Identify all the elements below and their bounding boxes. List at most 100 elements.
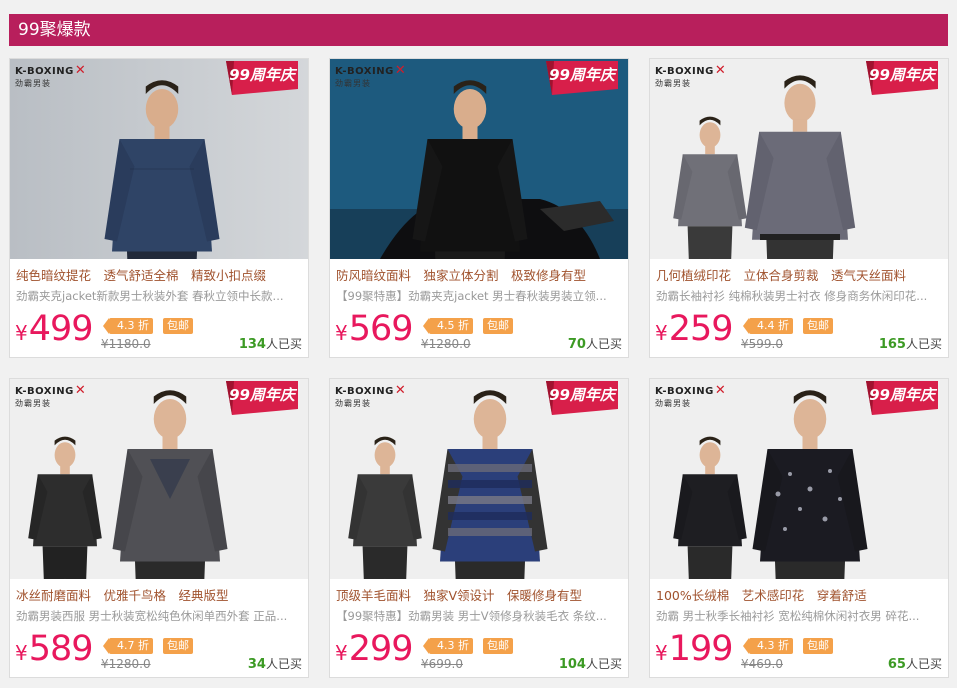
price-value: 499 xyxy=(28,309,94,349)
yen-symbol: ¥ xyxy=(15,321,28,345)
yen-symbol: ¥ xyxy=(15,641,28,665)
product-card[interactable]: K-BOXING✕ 劲霸男装 99周年庆 100%长绒棉 艺术感印花 穿着舒适 … xyxy=(649,378,949,678)
product-features[interactable]: 几何植绒印花 立体合身剪裁 透气天丝面料 xyxy=(656,265,944,284)
product-photo[interactable]: K-BOXING✕ 劲霸男装 99周年庆 xyxy=(10,379,308,579)
sold-number: 34 xyxy=(247,657,266,672)
product-price: ¥259 xyxy=(655,309,734,353)
product-description[interactable]: 劲霸 男士秋季长袖衬衫 宽松纯棉休闲衬衣男 碎花... xyxy=(656,608,944,624)
sold-suffix: 人已买 xyxy=(585,657,622,671)
free-shipping-tag: 包邮 xyxy=(803,318,833,334)
price-value: 199 xyxy=(668,629,734,669)
sold-count: 70人已买 xyxy=(568,335,622,352)
product-features[interactable]: 防风暗纹面料 独家立体分割 极致修身有型 xyxy=(336,265,624,284)
price-value: 259 xyxy=(668,309,734,349)
brand-x-icon: ✕ xyxy=(394,63,407,78)
anniversary-badge: 99周年庆 xyxy=(866,61,938,96)
sold-number: 70 xyxy=(567,337,586,352)
brand-x-icon: ✕ xyxy=(74,63,87,78)
product-photo[interactable]: K-BOXING✕ 劲霸男装 99周年庆 xyxy=(650,59,948,259)
section-title: 99聚爆款 xyxy=(9,14,948,46)
anniversary-badge: 99周年庆 xyxy=(226,381,298,416)
product-price: ¥299 xyxy=(335,629,414,673)
product-card[interactable]: K-BOXING✕ 劲霸男装 99周年庆 冰丝耐磨面料 优雅千鸟格 经典版型 劲… xyxy=(9,378,309,678)
product-card[interactable]: K-BOXING✕ 劲霸男装 99周年庆 几何植绒印花 立体合身剪裁 透气天丝面… xyxy=(649,58,949,358)
brand-subtitle: 劲霸男装 xyxy=(335,79,371,88)
anniversary-badge: 99周年庆 xyxy=(546,61,618,96)
product-description[interactable]: 劲霸夹克jacket新款男士秋装外套 春秋立领中长款... xyxy=(16,288,304,304)
discount-tag: 4.3 折 xyxy=(423,638,473,654)
product-card[interactable]: K-BOXING✕ 劲霸男装 99周年庆 纯色暗纹提花 透气舒适全棉 精致小扣点… xyxy=(9,58,309,358)
product-price: ¥199 xyxy=(655,629,734,673)
sold-suffix: 人已买 xyxy=(905,657,942,671)
brand-name: K-BOXING xyxy=(15,66,74,77)
sold-number: 104 xyxy=(558,657,586,672)
product-features[interactable]: 100%长绒棉 艺术感印花 穿着舒适 xyxy=(656,585,944,604)
badge-text: 99周年庆 xyxy=(869,386,935,404)
brand-name: K-BOXING xyxy=(655,386,714,397)
brand-subtitle: 劲霸男装 xyxy=(15,399,51,408)
product-card[interactable]: K-BOXING✕ 劲霸男装 99周年庆 顶级羊毛面料 独家V领设计 保暖修身有… xyxy=(329,378,629,678)
product-features[interactable]: 纯色暗纹提花 透气舒适全棉 精致小扣点缀 xyxy=(16,265,304,284)
anniversary-badge: 99周年庆 xyxy=(226,61,298,96)
sold-count: 65人已买 xyxy=(888,655,942,672)
badge-text: 99周年庆 xyxy=(229,66,295,84)
price-value: 569 xyxy=(348,309,414,349)
original-price: ¥1280.0 xyxy=(421,337,471,351)
price-value: 589 xyxy=(28,629,94,669)
brand-name: K-BOXING xyxy=(335,386,394,397)
price-value: 299 xyxy=(348,629,414,669)
sold-number: 134 xyxy=(238,337,266,352)
product-photo[interactable]: K-BOXING✕ 劲霸男装 99周年庆 xyxy=(650,379,948,579)
product-price: ¥589 xyxy=(15,629,94,673)
brand-x-icon: ✕ xyxy=(74,383,87,398)
brand-logo: K-BOXING✕ 劲霸男装 xyxy=(335,383,407,410)
brand-logo: K-BOXING✕ 劲霸男装 xyxy=(335,63,407,90)
product-photo[interactable]: K-BOXING✕ 劲霸男装 99周年庆 xyxy=(10,59,308,259)
product-description[interactable]: 劲霸男装西服 男士秋装宽松纯色休闲单西外套 正品... xyxy=(16,608,304,624)
product-features[interactable]: 冰丝耐磨面料 优雅千鸟格 经典版型 xyxy=(16,585,304,604)
sold-suffix: 人已买 xyxy=(265,337,302,351)
brand-name: K-BOXING xyxy=(655,66,714,77)
product-card[interactable]: K-BOXING✕ 劲霸男装 99周年庆 防风暗纹面料 独家立体分割 极致修身有… xyxy=(329,58,629,358)
free-shipping-tag: 包邮 xyxy=(483,638,513,654)
discount-tag: 4.3 折 xyxy=(103,318,153,334)
sold-suffix: 人已买 xyxy=(905,337,942,351)
anniversary-badge: 99周年庆 xyxy=(546,381,618,416)
yen-symbol: ¥ xyxy=(655,641,668,665)
discount-tag: 4.3 折 xyxy=(743,638,793,654)
product-description[interactable]: 【99聚特惠】劲霸夹克jacket 男士春秋装男装立领... xyxy=(336,288,624,304)
product-photo[interactable]: K-BOXING✕ 劲霸男装 99周年庆 xyxy=(330,379,628,579)
sold-number: 65 xyxy=(887,657,906,672)
original-price: ¥599.0 xyxy=(741,337,783,351)
yen-symbol: ¥ xyxy=(335,321,348,345)
free-shipping-tag: 包邮 xyxy=(163,638,193,654)
sold-count: 134人已买 xyxy=(239,335,302,352)
sold-suffix: 人已买 xyxy=(585,337,622,351)
product-photo[interactable]: K-BOXING✕ 劲霸男装 99周年庆 xyxy=(330,59,628,259)
product-features[interactable]: 顶级羊毛面料 独家V领设计 保暖修身有型 xyxy=(336,585,624,604)
brand-name: K-BOXING xyxy=(15,386,74,397)
original-price: ¥469.0 xyxy=(741,657,783,671)
brand-subtitle: 劲霸男装 xyxy=(655,79,691,88)
sold-suffix: 人已买 xyxy=(265,657,302,671)
badge-text: 99周年庆 xyxy=(869,66,935,84)
brand-subtitle: 劲霸男装 xyxy=(335,399,371,408)
discount-tag: 4.7 折 xyxy=(103,638,153,654)
discount-tag: 4.4 折 xyxy=(743,318,793,334)
brand-name: K-BOXING xyxy=(335,66,394,77)
product-price: ¥569 xyxy=(335,309,414,353)
product-description[interactable]: 【99聚特惠】劲霸男装 男士V领修身秋装毛衣 条纹... xyxy=(336,608,624,624)
original-price: ¥699.0 xyxy=(421,657,463,671)
badge-text: 99周年庆 xyxy=(229,386,295,404)
brand-x-icon: ✕ xyxy=(714,383,727,398)
product-description[interactable]: 劲霸长袖衬衫 纯棉秋装男士衬衣 修身商务休闲印花... xyxy=(656,288,944,304)
brand-x-icon: ✕ xyxy=(394,383,407,398)
original-price: ¥1180.0 xyxy=(101,337,151,351)
sold-count: 104人已买 xyxy=(559,655,622,672)
brand-logo: K-BOXING✕ 劲霸男装 xyxy=(655,383,727,410)
sold-count: 34人已买 xyxy=(248,655,302,672)
sold-count: 165人已买 xyxy=(879,335,942,352)
product-price: ¥499 xyxy=(15,309,94,353)
brand-x-icon: ✕ xyxy=(714,63,727,78)
discount-tag: 4.5 折 xyxy=(423,318,473,334)
